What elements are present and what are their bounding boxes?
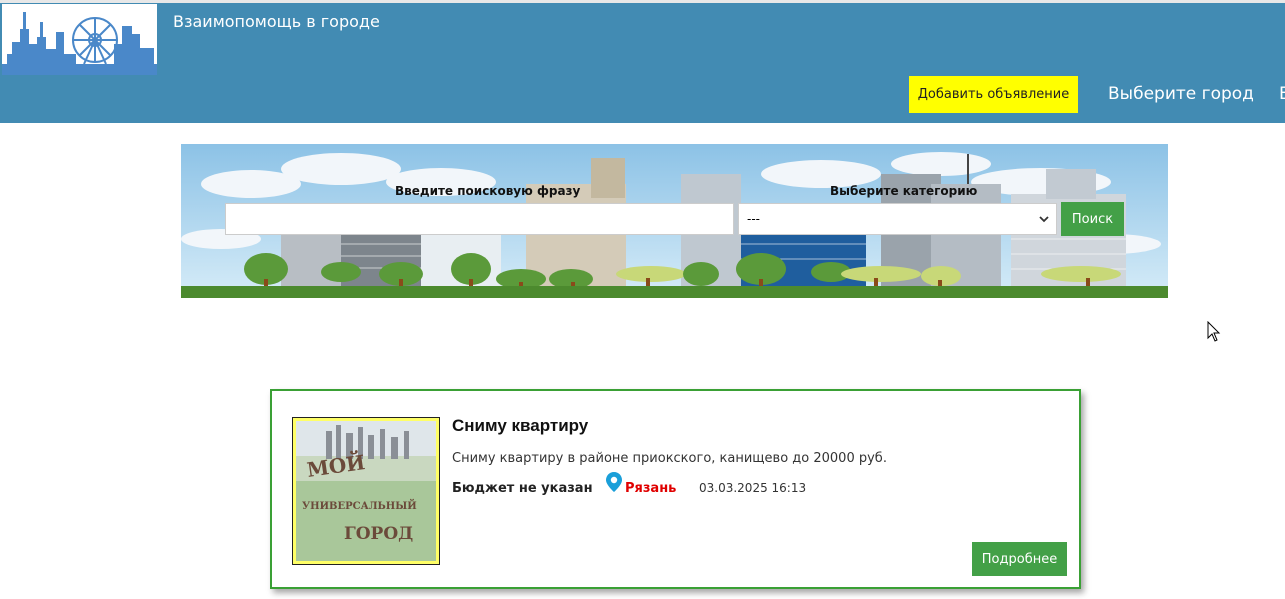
listing-date: 03.03.2025 16:13 (699, 481, 807, 495)
category-select[interactable]: --- (738, 203, 1057, 235)
header-top-line (0, 0, 1285, 3)
site-title[interactable]: Взаимопомощь в городе (173, 12, 380, 31)
nav-link-truncated[interactable]: В (1279, 84, 1285, 104)
search-input[interactable] (225, 203, 734, 235)
category-label: Выберите категорию (830, 184, 978, 198)
add-listing-button[interactable]: Добавить объявление (909, 76, 1078, 113)
city-skyline-logo-icon (2, 4, 157, 75)
site-header: Взаимопомощь в городе Добавить объявлени… (0, 0, 1285, 123)
chevron-down-icon (1039, 216, 1049, 223)
listing-image: МОЙ УНИВЕРСАЛЬНЫЙ ГОРОД (296, 421, 436, 561)
listing-card: МОЙ УНИВЕРСАЛЬНЫЙ ГОРОД Сниму квартиру С… (270, 389, 1081, 589)
details-button[interactable]: Подробнее (972, 542, 1067, 576)
svg-text:ГОРОД: ГОРОД (344, 524, 413, 544)
listing-description: Сниму квартиру в районе приокского, кани… (452, 451, 887, 466)
search-phrase-label: Введите поисковую фразу (395, 184, 581, 198)
city-selector-link[interactable]: Выберите город (1108, 84, 1254, 104)
listing-budget: Бюджет не указан (452, 481, 593, 496)
mouse-pointer-icon (1207, 321, 1221, 342)
search-button[interactable]: Поиск (1061, 202, 1124, 236)
listing-title[interactable]: Сниму квартиру (452, 416, 588, 436)
site-logo[interactable] (2, 4, 157, 75)
category-selected-value: --- (747, 212, 760, 226)
map-pin-icon (606, 472, 622, 492)
listing-city[interactable]: Рязань (625, 481, 676, 496)
svg-text:УНИВЕРСАЛЬНЫЙ: УНИВЕРСАЛЬНЫЙ (302, 499, 417, 512)
listing-thumbnail[interactable]: МОЙ УНИВЕРСАЛЬНЫЙ ГОРОД (292, 417, 440, 565)
